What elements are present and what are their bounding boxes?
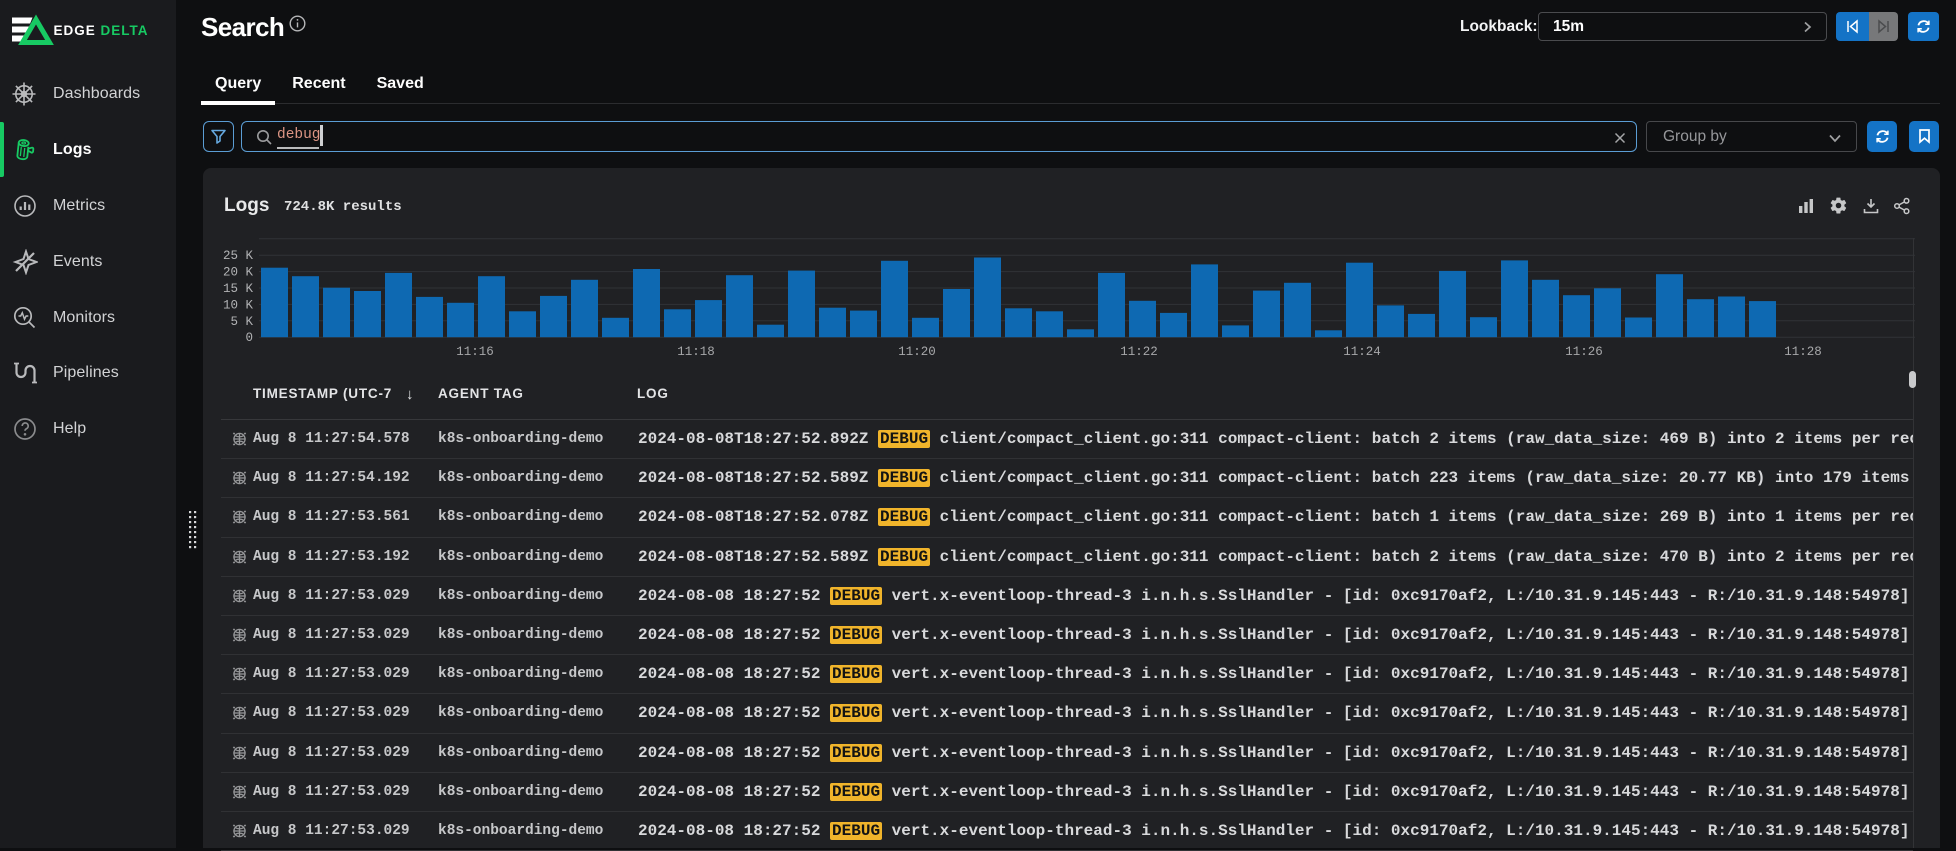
svg-text:EDGE: EDGE bbox=[54, 23, 96, 38]
svg-text:15 K: 15 K bbox=[223, 282, 254, 296]
svg-text:25 K: 25 K bbox=[223, 249, 254, 263]
svg-text:20 K: 20 K bbox=[223, 266, 254, 280]
svg-text:10 K: 10 K bbox=[223, 298, 254, 312]
svg-text:11:18: 11:18 bbox=[677, 345, 715, 359]
svg-text:11:26: 11:26 bbox=[1565, 345, 1603, 359]
svg-text:0: 0 bbox=[245, 331, 253, 345]
svg-text:5 K: 5 K bbox=[230, 315, 253, 329]
svg-text:11:20: 11:20 bbox=[898, 345, 936, 359]
svg-text:DELTA: DELTA bbox=[101, 23, 149, 38]
svg-text:11:22: 11:22 bbox=[1120, 345, 1158, 359]
svg-text:11:28: 11:28 bbox=[1784, 345, 1822, 359]
svg-text:11:24: 11:24 bbox=[1343, 345, 1381, 359]
svg-text:11:16: 11:16 bbox=[456, 345, 494, 359]
